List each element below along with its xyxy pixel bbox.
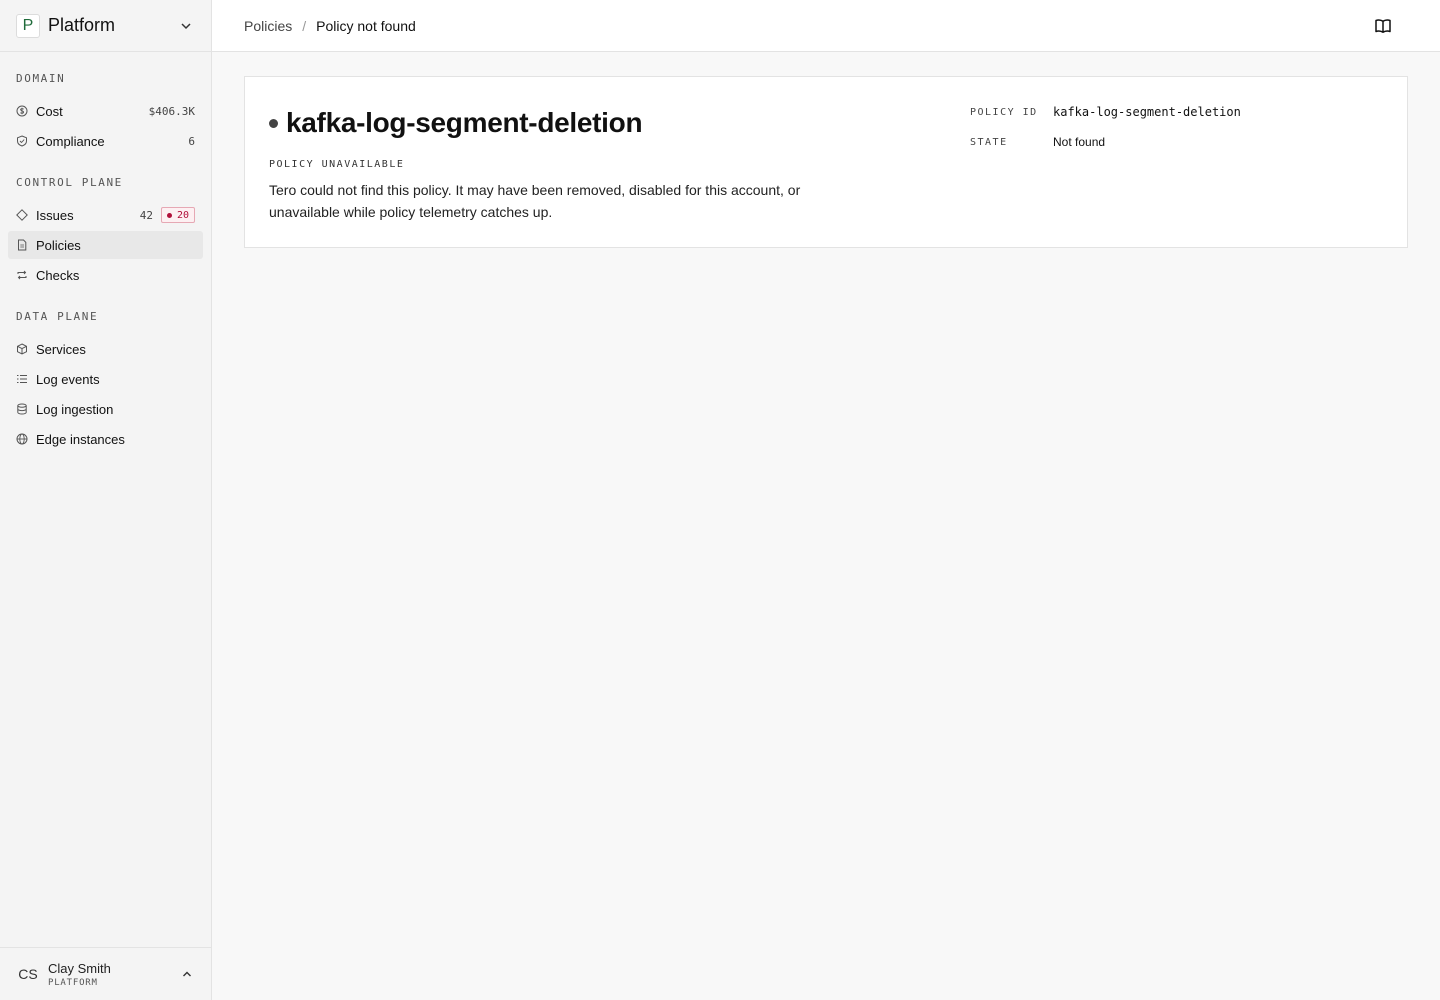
sidebar: P Platform DOMAIN Cost $406.3K Complianc… [0, 0, 212, 1000]
sidebar-item-label: Log ingestion [36, 401, 114, 417]
shield-icon [17, 135, 27, 147]
status-dot [269, 118, 278, 128]
policy-title-row: kafka-log-segment-deletion [269, 107, 643, 139]
state-value: Not found [1053, 135, 1106, 149]
policy-id-value: kafka-log-segment-deletion [1053, 105, 1241, 119]
user-org: PLATFORM [48, 977, 98, 988]
sidebar-item-label: Cost [36, 103, 63, 119]
sidebar-item-label: Policies [36, 237, 81, 253]
status-dot [166, 212, 172, 218]
policy-id-key: POLICY ID [970, 107, 1038, 118]
workspace-switcher[interactable]: P Platform [0, 0, 211, 52]
user-info: Clay Smith PLATFORM [48, 961, 111, 988]
sidebar-item-edge-instances[interactable]: Edge instances [8, 425, 203, 453]
sidebar-item-label: Compliance [36, 133, 105, 149]
top-bar: Policies / Policy not found [212, 0, 1440, 52]
policy-card: kafka-log-segment-deletion POLICY UNAVAI… [244, 76, 1408, 248]
sidebar-item-issues[interactable]: Issues 42 20 [8, 201, 203, 229]
diamond-icon [16, 209, 28, 221]
section-label-data-plane: DATA PLANE [16, 310, 99, 323]
section-label-domain: DOMAIN [16, 72, 66, 85]
breadcrumb-current: Policy not found [316, 17, 416, 34]
sidebar-item-log-events[interactable]: Log events [8, 365, 203, 393]
chevron-down-icon [181, 23, 191, 30]
issues-critical-badge: 20 [160, 207, 195, 223]
user-name: Clay Smith [48, 960, 111, 976]
sidebar-item-label: Checks [36, 267, 80, 283]
issues-count: 42 [139, 208, 153, 222]
policy-description: Tero could not find this policy. It may … [269, 182, 801, 220]
compliance-count: 6 [188, 134, 195, 148]
sidebar-item-checks[interactable]: Checks [8, 261, 203, 289]
book-open-icon[interactable] [1374, 17, 1392, 35]
chevron-up-icon [183, 971, 191, 977]
sidebar-item-log-ingestion[interactable]: Log ingestion [8, 395, 203, 423]
cost-value: $406.3K [148, 104, 195, 118]
database-icon [17, 403, 27, 415]
policy-status-label: POLICY UNAVAILABLE [269, 159, 405, 170]
workspace-name: Platform [48, 15, 116, 35]
state-key: STATE [970, 137, 1008, 148]
cube-icon [17, 343, 27, 355]
section-label-control-plane: CONTROL PLANE [16, 176, 123, 189]
badge-count: 20 [176, 209, 189, 221]
avatar: CS [18, 966, 38, 982]
document-icon [18, 239, 27, 251]
sidebar-item-label: Issues [36, 207, 74, 223]
breadcrumb-separator: / [302, 17, 307, 34]
workspace-logo: P [16, 13, 40, 38]
sidebar-item-policies[interactable]: Policies [8, 231, 203, 259]
sidebar-item-cost[interactable]: Cost $406.3K [8, 97, 203, 125]
sidebar-item-compliance[interactable]: Compliance 6 [8, 127, 203, 155]
sidebar-item-label: Log events [36, 371, 100, 387]
breadcrumb: Policies / Policy not found [244, 18, 416, 34]
sidebar-item-label: Services [36, 341, 86, 357]
globe-icon [16, 433, 28, 445]
sidebar-item-services[interactable]: Services [8, 335, 203, 363]
list-icon [17, 375, 27, 383]
sidebar-item-label: Edge instances [36, 431, 125, 447]
user-menu[interactable]: CS Clay Smith PLATFORM [0, 947, 211, 1000]
dollar-circle-icon [16, 105, 28, 117]
breadcrumb-policies-link[interactable]: Policies [244, 18, 292, 34]
page-title: kafka-log-segment-deletion [286, 107, 643, 138]
refresh-arrows-icon [17, 270, 27, 280]
